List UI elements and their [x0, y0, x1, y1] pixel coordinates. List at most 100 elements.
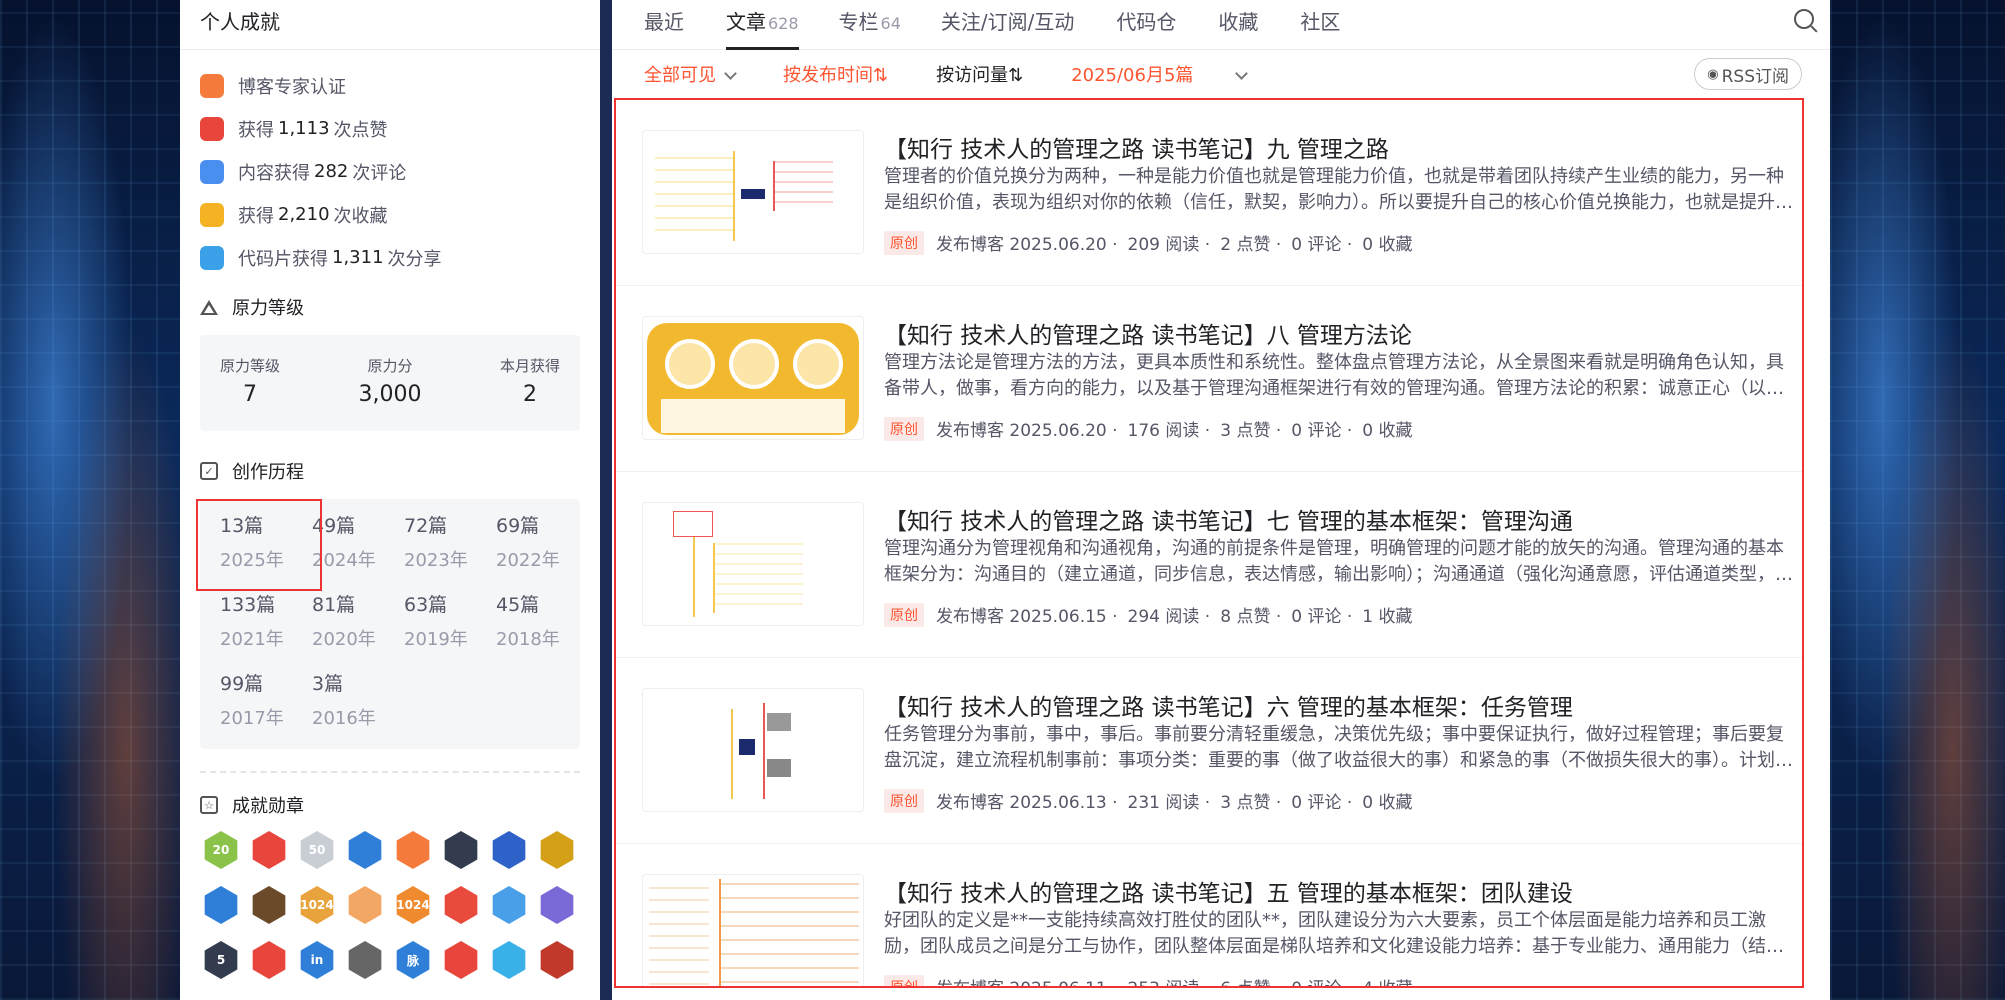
article-thumbnail[interactable] — [642, 130, 864, 254]
achievement-suffix: 次点赞 — [333, 119, 388, 141]
level-label: 原力等级 — [220, 357, 281, 375]
article-thumbnail[interactable] — [642, 688, 864, 812]
tab-1[interactable]: 文章 628 — [726, 6, 799, 50]
achievement-item: 博客专家认证 — [200, 64, 580, 107]
history-year-item[interactable]: 99篇 2017年 — [220, 669, 312, 748]
achievement-badge-icon[interactable]: 脉 — [396, 941, 430, 979]
sort-by-time[interactable]: 按发布时间⇅ — [783, 61, 888, 87]
article-item[interactable]: 【知行 技术人的管理之路 读书笔记】七 管理的基本框架：管理沟通 管理沟通分为管… — [616, 472, 1802, 658]
article-item[interactable]: 【知行 技术人的管理之路 读书笔记】六 管理的基本框架：任务管理 任务管理分为事… — [616, 658, 1802, 844]
history-year: 2020年 — [312, 629, 376, 650]
achievement-badge-icon[interactable] — [348, 831, 382, 869]
article-thumbnail[interactable] — [642, 316, 864, 440]
achievement-badge-icon[interactable]: in — [300, 941, 334, 979]
tab-2[interactable]: 专栏 64 — [839, 6, 901, 49]
achievement-badge-icon[interactable]: 5 — [204, 941, 238, 979]
like-count: 3 点赞 · — [1220, 793, 1282, 813]
publish-date: 发布博客 2025.06.11 · — [936, 974, 1118, 986]
original-tag: 原创 — [884, 602, 924, 627]
history-year-item[interactable]: 63篇 2019年 — [404, 590, 496, 669]
achievement-badge-icon[interactable] — [252, 941, 286, 979]
achievement-badge-icon[interactable] — [396, 831, 430, 869]
history-year-item[interactable]: 81篇 2020年 — [312, 590, 404, 669]
achievement-number: 282 — [314, 161, 349, 182]
level-col-score: 原力分 3,000 — [359, 355, 422, 431]
comment-count: 0 评论 · — [1291, 974, 1352, 986]
article-title[interactable]: 【知行 技术人的管理之路 读书笔记】五 管理的基本框架：团队建设 — [884, 874, 1796, 908]
tab-4[interactable]: 代码仓 — [1116, 6, 1178, 49]
achievement-badge-icon[interactable] — [204, 886, 238, 924]
tab-0[interactable]: 最近 — [644, 6, 686, 49]
achievement-badge-icon[interactable] — [348, 886, 382, 924]
article-description: 任务管理分为事前，事中，事后。事前要分清轻重缓急，决策优先级；事中要保证执行，做… — [884, 724, 1793, 771]
article-meta: 原创 发布博客 2025.06.13 · 231 阅读 · 3 点赞 · 0 评… — [884, 788, 1796, 813]
tab-6[interactable]: 社区 — [1300, 6, 1342, 49]
achievement-badge-icon[interactable] — [540, 886, 574, 924]
history-year-item[interactable]: 49篇 2024年 — [312, 511, 404, 590]
article-body: 【知行 技术人的管理之路 读书笔记】五 管理的基本框架：团队建设 好团队的定义是… — [884, 874, 1796, 986]
article-item[interactable]: 【知行 技术人的管理之路 读书笔记】九 管理之路 管理者的价值兑换分为两种，一种… — [616, 100, 1802, 286]
history-year: 2021年 — [220, 629, 284, 650]
comment-icon — [200, 159, 224, 184]
comment-count: 0 评论 · — [1291, 793, 1353, 813]
month-filter[interactable]: 2025/06月5篇 — [1071, 61, 1249, 87]
achievement-badge-icon[interactable]: 20 — [204, 831, 238, 869]
background-right — [1830, 0, 2005, 1000]
history-count: 81篇 — [312, 594, 356, 616]
background-left — [0, 0, 180, 1000]
sort-by-views[interactable]: 按访问量⇅ — [936, 61, 1023, 87]
history-year: 2025年 — [220, 550, 284, 571]
achievement-badge-icon[interactable] — [252, 886, 286, 924]
achievement-badge-icon[interactable] — [540, 941, 574, 979]
achievement-badge-icon[interactable] — [444, 886, 478, 924]
achievement-badge-icon[interactable] — [444, 831, 478, 869]
article-description: 管理方法论是管理方法的方法，更具本质性和系统性。整体盘点管理方法论，从全景图来看… — [884, 352, 1784, 399]
achievement-badge-icon[interactable] — [492, 831, 526, 869]
article-thumbnail[interactable] — [642, 502, 864, 626]
achievement-badge-icon[interactable]: 1024 — [300, 886, 334, 924]
history-year: 2023年 — [404, 550, 468, 571]
history-count: 3篇 — [312, 673, 344, 695]
chevron-down-icon — [724, 67, 737, 80]
history-year-item[interactable]: 45篇 2018年 — [496, 590, 588, 669]
achievement-badge-icon[interactable]: 50 — [300, 831, 334, 869]
article-title[interactable]: 【知行 技术人的管理之路 读书笔记】七 管理的基本框架：管理沟通 — [884, 502, 1796, 536]
tab-3[interactable]: 关注/订阅/互动 — [941, 6, 1076, 49]
article-title[interactable]: 【知行 技术人的管理之路 读书笔记】九 管理之路 — [884, 130, 1796, 164]
tab-5[interactable]: 收藏 — [1218, 6, 1260, 49]
history-year-item[interactable]: 72篇 2023年 — [404, 511, 496, 590]
achievement-badge-icon[interactable] — [540, 831, 574, 869]
search-icon[interactable] — [1794, 9, 1814, 29]
achievement-badge-icon[interactable] — [492, 941, 526, 979]
profile-sidebar: 个人成就 博客专家认证 获得 1,113 次点赞 内容获得 282 次评论 获得 2,210 次收… — [180, 0, 600, 1000]
favorite-count: 4 收藏 — [1362, 974, 1412, 986]
original-tag: 原创 — [884, 974, 924, 986]
visibility-filter[interactable]: 全部可见 — [644, 61, 737, 87]
rss-subscribe-button[interactable]: ◉ RSS订阅 — [1694, 58, 1802, 90]
history-year-item[interactable]: 133篇 2021年 — [220, 590, 312, 669]
comment-count: 0 评论 · — [1291, 421, 1353, 441]
level-box[interactable]: 原力等级 7 原力分 3,000 本月获得 2 — [200, 335, 580, 431]
achievement-badge-icon[interactable]: 1024 — [396, 886, 430, 924]
achievement-badge-icon[interactable] — [444, 941, 478, 979]
level-value: 7 — [243, 382, 257, 407]
original-tag: 原创 — [884, 416, 924, 441]
achievement-badge-icon[interactable] — [252, 831, 286, 869]
level-triangle-icon — [200, 299, 218, 315]
history-year-item[interactable]: 3篇 2016年 — [312, 669, 404, 748]
achievement-badge-icon[interactable] — [348, 941, 382, 979]
like-icon — [200, 116, 224, 141]
article-title[interactable]: 【知行 技术人的管理之路 读书笔记】六 管理的基本框架：任务管理 — [884, 688, 1796, 722]
panel-gutter — [600, 0, 612, 1000]
achievement-badge-icon[interactable] — [492, 886, 526, 924]
read-count: 253 阅读 · — [1128, 974, 1211, 986]
score-label: 原力分 — [367, 357, 413, 375]
article-thumbnail[interactable] — [642, 874, 864, 986]
badges-heading: ☆ 成就勋章 — [180, 787, 600, 823]
history-year-item[interactable]: 13篇 2025年 — [220, 511, 312, 590]
history-year-item[interactable]: 69篇 2022年 — [496, 511, 588, 590]
article-title[interactable]: 【知行 技术人的管理之路 读书笔记】八 管理方法论 — [884, 316, 1796, 350]
achievement-suffix: 次分享 — [387, 248, 442, 270]
article-item[interactable]: 【知行 技术人的管理之路 读书笔记】八 管理方法论 管理方法论是管理方法的方法，… — [616, 286, 1802, 472]
article-item[interactable]: 【知行 技术人的管理之路 读书笔记】五 管理的基本框架：团队建设 好团队的定义是… — [616, 844, 1802, 986]
